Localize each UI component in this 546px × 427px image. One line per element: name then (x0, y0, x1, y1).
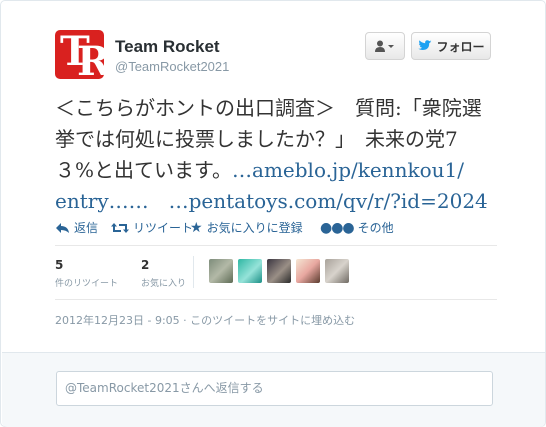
tweet-card: T R Team Rocket @TeamRocket2021 フォロー ＜こち… (0, 0, 546, 427)
follow-button[interactable]: フォロー (411, 32, 491, 60)
avatar[interactable]: T R (55, 30, 104, 79)
user-avatar-thumb[interactable] (267, 259, 291, 283)
tweet-line: ＜こちらがホントの出口調査＞ 質問:「衆院選 (55, 96, 482, 120)
retweet-label: リツイート (133, 221, 194, 235)
tweet-link[interactable]: …ameblo.jp/kennkou1/ (232, 158, 464, 182)
favorite-action[interactable]: ★ お気に入りに登録 (190, 219, 303, 236)
favorite-label: お気に入りに登録 (206, 221, 303, 235)
follow-label: フォロー (436, 39, 485, 54)
reply-input[interactable]: @TeamRocket2021さんへ返信する (56, 371, 493, 406)
author-fullname[interactable]: Team Rocket (115, 37, 220, 57)
more-action[interactable]: ●●● その他 (320, 219, 394, 236)
retweet-icon (111, 222, 129, 233)
retweet-count: 5 (55, 258, 64, 272)
reply-label: 返信 (74, 221, 99, 235)
retweet-action[interactable]: リツイート (111, 219, 193, 236)
favorite-count-stat[interactable]: 2 お気に入り (141, 258, 186, 289)
more-label: その他 (357, 221, 394, 235)
author-screenname[interactable]: @TeamRocket2021 (115, 59, 229, 74)
tweet-text: ＜こちらがホントの出口調査＞ 質問:「衆院選 挙では何処に投票しましたか？」 未… (55, 93, 505, 217)
user-avatar-thumb[interactable] (209, 259, 233, 283)
retweet-count-stat[interactable]: 5 件のリツイート (55, 258, 118, 289)
user-avatar-thumb[interactable] (296, 259, 320, 283)
twitter-bird-icon (418, 40, 432, 50)
tweet-line: entry…… …pentatoys.com/qv/r/?id=2024 (55, 186, 505, 217)
person-dropdown-icon (375, 40, 394, 52)
reply-icon (56, 222, 69, 233)
divider (55, 245, 497, 246)
user-avatar-thumb[interactable] (325, 259, 349, 283)
divider (193, 256, 194, 288)
favorite-count: 2 (141, 258, 150, 272)
more-dots-icon: ●●● (320, 219, 355, 236)
reply-area: @TeamRocket2021さんへ返信する (2, 352, 545, 427)
divider (55, 299, 497, 300)
user-avatar-thumb[interactable] (238, 259, 262, 283)
favorite-count-label: お気に入り (141, 279, 187, 289)
tweet-timestamp[interactable]: 2012年12月23日 - 9:05 · このツイートをサイトに埋め込む (55, 312, 355, 328)
tweet-link[interactable]: …pentatoys.com/qv/r/?id=2024 (169, 189, 488, 213)
retweet-count-label: 件のリツイート (55, 279, 119, 289)
star-icon: ★ (190, 219, 203, 236)
tweet-line: ３%と出ています。…ameblo.jp/kennkou1/ (55, 158, 464, 182)
tweet-link[interactable]: entry…… (55, 189, 149, 213)
tweet-line: 挙では何処に投票しましたか？」 未来の党7 (55, 127, 458, 151)
reply-action[interactable]: 返信 (55, 219, 98, 236)
user-menu-button[interactable] (365, 32, 405, 60)
